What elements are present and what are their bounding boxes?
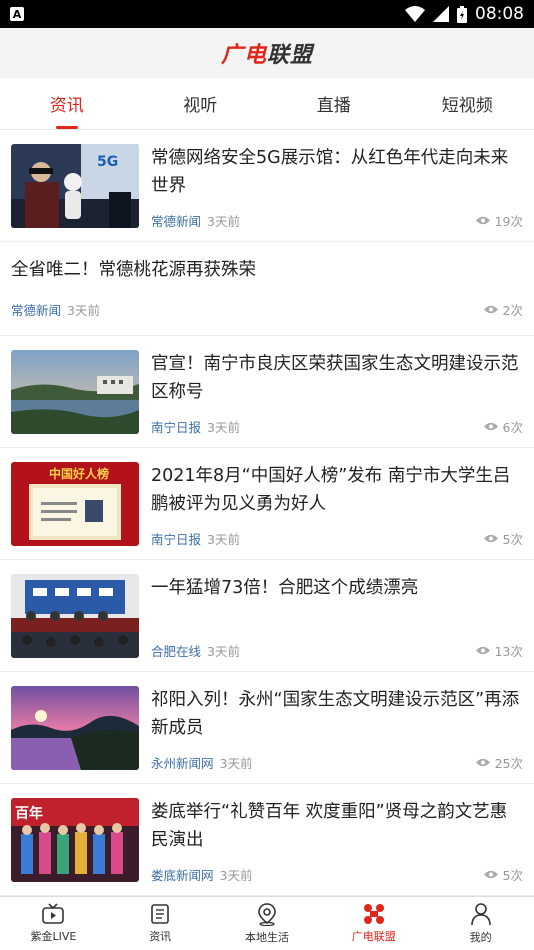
status-bar: A 08:08 [0, 0, 534, 28]
nav-label: 资讯 [149, 930, 172, 943]
article-item[interactable]: 百年 娄底举行“礼赞百年 欢度重阳”贤母之韵文艺惠民演出 娄底新闻网 3天前 5… [0, 784, 534, 896]
view-count: 6次 [502, 419, 523, 435]
article-time: 3天前 [207, 213, 240, 229]
thumbnail-caption: 中国好人榜 [49, 466, 109, 481]
view-count: 5次 [502, 531, 523, 547]
article-thumbnail: 5G [11, 144, 139, 228]
article-title: 祁阳入列！永州“国家生态文明建设示范区”再添新成员 [151, 690, 520, 738]
clock: 08:08 [475, 4, 524, 24]
alliance-icon [363, 904, 384, 924]
article-time: 3天前 [67, 302, 100, 318]
nav-label: 广电联盟 [351, 930, 396, 943]
app-logo-part2: 联盟 [267, 43, 314, 68]
battery-icon [457, 5, 467, 23]
article-title: 全省唯二！常德桃花源再获殊荣 [11, 260, 256, 280]
article-meta: 永州新闻网 3天前 25次 [151, 753, 523, 772]
article-source: 南宁日报 [151, 531, 202, 547]
article-list: 5G 常德网络安全5G展示馆：从红色年代走向未来世界 常德新闻 3天前 19次 [0, 130, 534, 896]
article-time: 3天前 [207, 643, 240, 659]
app-logo-part1: 广电 [220, 43, 267, 68]
nav-label: 本地生活 [244, 931, 289, 944]
article-title: 2021年8月“中国好人榜”发布 南宁市大学生吕鹏被评为见义勇为好人 [151, 466, 511, 514]
article-item[interactable]: 祁阳入列！永州“国家生态文明建设示范区”再添新成员 永州新闻网 3天前 25次 [0, 672, 534, 784]
article-views: 2次 [483, 300, 523, 319]
nav-local-life[interactable]: 本地生活 [214, 897, 321, 950]
nav-zijin-live[interactable]: 紫金LIVE [0, 897, 107, 950]
article-title: 娄底举行“礼赞百年 欢度重阳”贤母之韵文艺惠民演出 [151, 802, 508, 850]
tv-icon [42, 903, 65, 924]
article-time: 3天前 [219, 755, 253, 771]
tab-live[interactable]: 直播 [267, 78, 401, 129]
article-title: 官宣！南宁市良庆区荣获国家生态文明建设示范区称号 [151, 354, 519, 402]
view-count: 25次 [494, 755, 523, 771]
tab-news[interactable]: 资讯 [0, 78, 134, 129]
tab-audiovisual[interactable]: 视听 [134, 78, 268, 129]
eye-icon [475, 216, 490, 224]
news-icon [151, 904, 169, 924]
tab-short-video[interactable]: 短视频 [401, 78, 534, 129]
article-source: 常德新闻 [11, 302, 62, 318]
svg-text:5G: 5G [97, 154, 118, 170]
profile-icon [470, 903, 491, 926]
article-title: 常德网络安全5G展示馆：从红色年代走向未来世界 [151, 148, 509, 196]
thumbnail-caption: 百年 [15, 805, 43, 822]
view-count: 13次 [494, 643, 523, 659]
article-item[interactable]: 官宣！南宁市良庆区荣获国家生态文明建设示范区称号 南宁日报 3天前 6次 [0, 336, 534, 448]
article-title: 一年猛增73倍！合肥这个成绩漂亮 [151, 578, 419, 598]
article-thumbnail [11, 350, 139, 434]
article-time: 3天前 [207, 531, 240, 547]
location-icon [258, 903, 276, 926]
view-count: 2次 [502, 302, 523, 318]
eye-icon [483, 422, 498, 430]
nav-news[interactable]: 资讯 [107, 897, 214, 950]
article-time: 3天前 [219, 867, 253, 883]
article-views: 19次 [475, 211, 523, 230]
nav-alliance[interactable]: 广电联盟 [320, 897, 427, 950]
article-item[interactable]: 全省唯二！常德桃花源再获殊荣 常德新闻 3天前 2次 [0, 242, 534, 336]
article-item[interactable]: 5G 常德网络安全5G展示馆：从红色年代走向未来世界 常德新闻 3天前 19次 [0, 130, 534, 242]
article-meta: 常德新闻 3天前 19次 [151, 211, 523, 230]
article-item[interactable]: 一年猛增73倍！合肥这个成绩漂亮 合肥在线 3天前 13次 [0, 560, 534, 672]
wifi-icon [405, 6, 425, 22]
app-header: 广电联盟 [0, 28, 534, 78]
view-count: 19次 [494, 213, 523, 229]
nav-label: 紫金LIVE [30, 930, 77, 943]
article-item[interactable]: 中国好人榜 2021年8月“中国好人榜”发布 南宁市大学生吕鹏被评为见义勇为好人… [0, 448, 534, 560]
article-thumbnail [11, 574, 139, 658]
article-thumbnail: 百年 [11, 798, 139, 882]
eye-icon [483, 305, 498, 313]
article-time: 3天前 [207, 419, 240, 435]
eye-icon [483, 534, 498, 542]
nav-profile[interactable]: 我的 [427, 897, 534, 950]
article-views: 25次 [475, 753, 523, 772]
view-count: 5次 [502, 867, 523, 883]
article-thumbnail: 中国好人榜 [11, 462, 139, 546]
article-meta: 娄底新闻网 3天前 5次 [151, 865, 523, 884]
article-views: 5次 [483, 529, 523, 548]
article-meta: 南宁日报 3天前 6次 [151, 417, 523, 436]
notification-icon: A [10, 7, 24, 21]
article-source: 合肥在线 [151, 643, 202, 659]
article-meta: 南宁日报 3天前 5次 [151, 529, 523, 548]
article-views: 5次 [483, 865, 523, 884]
bottom-navigation: 紫金LIVE 资讯 本地生活 广电联盟 我的 [0, 896, 534, 950]
article-views: 6次 [483, 417, 523, 436]
article-source: 南宁日报 [151, 419, 202, 435]
eye-icon [475, 758, 490, 766]
article-source: 永州新闻网 [151, 755, 214, 771]
article-views: 13次 [475, 641, 523, 660]
article-source: 娄底新闻网 [151, 867, 214, 883]
category-tabs: 资讯 视听 直播 短视频 [0, 78, 534, 130]
article-meta: 合肥在线 3天前 13次 [151, 641, 523, 660]
article-meta: 常德新闻 3天前 2次 [11, 300, 523, 319]
app-logo: 广电联盟 [221, 37, 313, 69]
eye-icon [483, 870, 498, 878]
nav-label: 我的 [469, 931, 492, 944]
eye-icon [475, 646, 490, 654]
article-source: 常德新闻 [151, 213, 202, 229]
signal-icon [433, 6, 449, 22]
article-thumbnail [11, 686, 139, 770]
